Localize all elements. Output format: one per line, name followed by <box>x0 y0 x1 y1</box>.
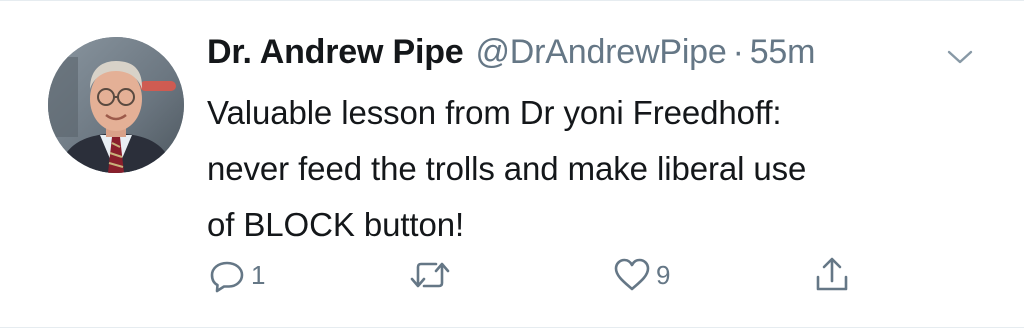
retweet-button[interactable] <box>408 253 456 297</box>
author-meta: @DrAndrewPipe · 55m <box>475 33 815 72</box>
tweet-card[interactable]: Dr. Andrew Pipe @DrAndrewPipe · 55m Valuab… <box>0 0 1024 328</box>
timestamp[interactable]: 55m <box>750 33 816 71</box>
tweet-text-line: never feed the trolls and make liberal u… <box>207 150 807 187</box>
tweet-actions: 1 9 <box>0 253 1024 297</box>
reply-button[interactable]: 1 <box>207 253 265 297</box>
author-name[interactable]: Dr. Andrew Pipe <box>207 33 464 72</box>
separator-dot: · <box>732 33 744 71</box>
tweet-text: Valuable lesson from Dr yoni Freedhoff: … <box>207 85 987 253</box>
reply-icon <box>210 261 244 293</box>
tweet-header: Dr. Andrew Pipe @DrAndrewPipe · 55m <box>207 33 815 83</box>
author-handle[interactable]: @DrAndrewPipe <box>475 33 726 71</box>
retweet-icon <box>410 262 450 288</box>
reply-count: 1 <box>251 259 266 290</box>
tweet-text-line: Valuable lesson from Dr yoni Freedhoff: <box>207 94 782 131</box>
like-button[interactable]: 9 <box>612 253 670 297</box>
share-button[interactable] <box>812 253 856 297</box>
chevron-down-icon[interactable] <box>944 45 976 69</box>
like-count: 9 <box>656 259 671 290</box>
heart-icon <box>614 258 650 291</box>
avatar[interactable] <box>48 37 184 173</box>
avatar-image <box>48 37 184 173</box>
tweet-text-line: of BLOCK button! <box>207 206 465 243</box>
share-icon <box>816 257 848 291</box>
